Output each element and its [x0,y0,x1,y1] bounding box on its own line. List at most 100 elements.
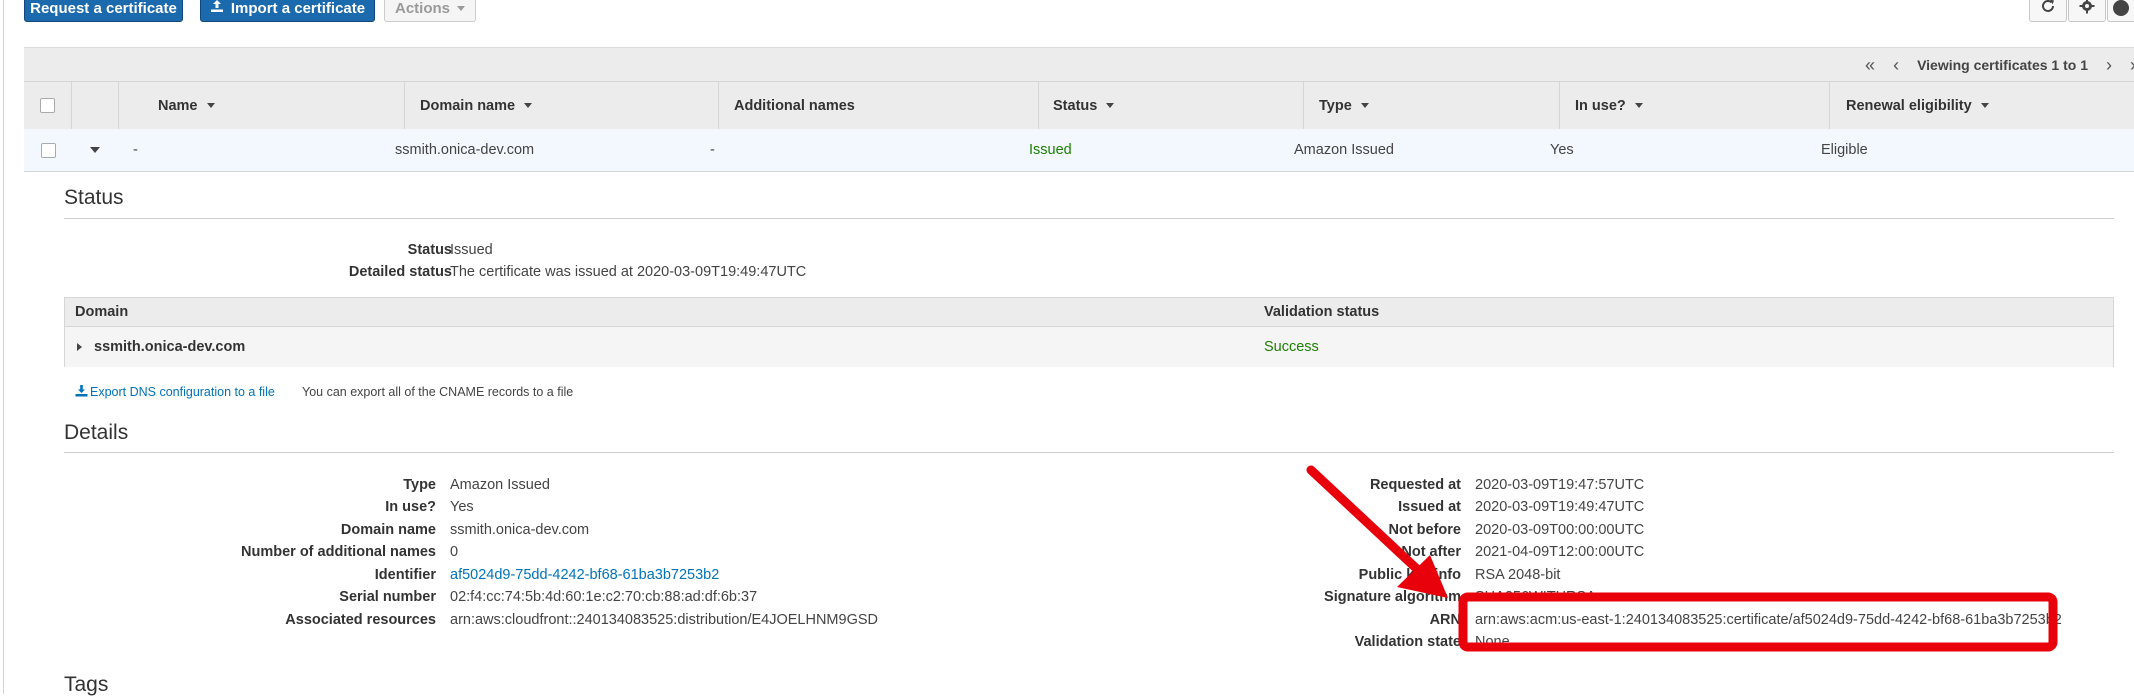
detail-value: arn:aws:cloudfront::240134083525:distrib… [450,612,878,628]
detail-value: None [1475,634,1510,650]
sort-icon [1106,103,1115,108]
detail-label: In use? [385,499,436,515]
details-section-divider [64,452,2114,453]
detail-label: Associated resources [285,612,436,628]
sort-icon [1634,103,1643,108]
detail-label: Requested at [1369,477,1461,493]
prev-page-icon[interactable]: ‹ [1893,55,1899,76]
detail-value: RSA 2048-bit [1475,567,1561,583]
select-all-checkbox[interactable] [40,98,55,113]
column-label: Additional names [734,97,855,114]
caret-down-icon [90,147,100,153]
domain-cell: ssmith.onica-dev.com [77,327,245,367]
request-certificate-button[interactable]: Request a certificate [24,0,183,22]
detail-label: ARN [1429,612,1461,628]
detail-value: Amazon Issued [450,477,550,493]
detail-label: Serial number [339,589,436,605]
column-header-domain-name[interactable]: Domain name [404,82,718,129]
export-note: You can export all of the CNAME records … [302,385,574,399]
refresh-icon [2040,0,2056,19]
column-label: In use? [1575,97,1626,114]
detail-label: Type [403,477,436,493]
help-button[interactable] [2107,0,2134,22]
page-left-border [3,0,4,694]
settings-button[interactable] [2068,0,2106,22]
export-dns-link[interactable]: Export DNS configuration to a file [75,384,275,400]
column-header-renewal-eligibility[interactable]: Renewal eligibility [1829,82,2134,129]
cell-additional-names: - [710,142,715,158]
detailed-status-label: Detailed status [348,264,452,280]
row-checkbox[interactable] [41,142,56,158]
actions-dropdown[interactable]: Actions [384,0,476,22]
detail-label: Validation state [1354,634,1461,650]
details-section-title: Details [64,421,129,444]
detailed-status-value: The certificate was issued at 2020-03-09… [450,264,807,280]
detail-value: 2021-04-09T12:00:00UTC [1475,544,1645,560]
detail-value: Yes [450,499,474,515]
gear-icon [2079,0,2095,19]
sort-icon [524,103,533,108]
detail-label: Signature algorithm [1324,589,1461,605]
cell-status: Issued [1029,142,1072,158]
column-label: Renewal eligibility [1846,97,1972,114]
first-page-icon[interactable]: « [1865,55,1875,76]
column-header-name[interactable]: Name [118,82,404,129]
domain-row[interactable]: ssmith.onica-dev.com Success [65,327,2113,367]
row-select-cell [41,129,56,171]
table-header: Name Domain name Additional names Status… [24,81,2134,130]
sort-icon [1360,103,1369,108]
import-certificate-label: Import a certificate [230,0,366,17]
column-label: Status [1053,97,1098,114]
validation-status: Success [1264,339,1319,355]
domain-validation-table: Domain Validation status ssmith.onica-de… [64,297,2114,367]
column-header-type[interactable]: Type [1303,82,1559,129]
identifier-link[interactable]: af5024d9-75dd-4242-bf68-61ba3b7253b2 [450,567,719,583]
detail-value: ssmith.onica-dev.com [450,522,590,538]
detail-label: Not after [1401,544,1461,560]
cell-name: - [133,142,138,158]
row-expand-toggle[interactable] [90,129,100,171]
column-header-additional-names: Additional names [718,82,1038,129]
detail-value: SHA256WITHRSA [1475,589,1596,605]
detail-value: 2020-03-09T19:49:47UTC [1475,499,1645,515]
request-certificate-label: Request a certificate [30,0,177,17]
last-page-icon[interactable]: » [2130,55,2134,76]
status-value: Issued [450,242,493,258]
domain-table-header: Domain Validation status [65,298,2113,327]
detail-value: 02:f4:cc:74:5b:4d:60:1e:c2:70:cb:88:ad:d… [450,589,758,605]
cell-type: Amazon Issued [1294,142,1394,158]
next-page-icon[interactable]: › [2106,55,2112,76]
expand-header-cell [71,82,118,129]
export-dns-label: Export DNS configuration to a file [90,385,275,399]
domain-column-header: Domain [75,304,129,320]
column-label: Name [158,97,198,114]
caret-right-icon[interactable] [77,343,82,351]
arn-value: arn:aws:acm:us-east-1:240134083525:certi… [1475,612,2062,628]
detail-value: 2020-03-09T00:00:00UTC [1475,522,1645,538]
chevron-down-icon [457,5,465,11]
status-section-title: Status [64,186,124,209]
domain-name: ssmith.onica-dev.com [94,339,246,355]
download-icon [75,384,88,400]
refresh-button[interactable] [2029,0,2067,22]
column-label: Domain name [420,97,516,114]
column-header-status[interactable]: Status [1038,82,1303,129]
select-all-cell [24,82,71,129]
status-label: Status [407,242,452,258]
cell-renewal-eligibility: Eligible [1821,142,1868,158]
detail-label: Public key info [1358,567,1461,583]
sort-icon [1980,103,1989,108]
table-row[interactable]: - ssmith.onica-dev.com - Issued Amazon I… [24,129,2134,172]
tags-section-title: Tags [64,673,109,696]
upload-icon [210,0,224,17]
help-icon [2113,0,2129,16]
pagination-bar: « ‹ Viewing certificates 1 to 1 › » [24,47,2134,82]
detail-value: 0 [450,544,459,560]
detail-label: Number of additional names [241,544,436,560]
import-certificate-button[interactable]: Import a certificate [200,0,375,22]
pagination-text: Viewing certificates 1 to 1 [1917,57,2088,73]
detail-label: Not before [1388,522,1462,538]
detail-label: Issued at [1398,499,1461,515]
column-header-in-use[interactable]: In use? [1559,82,1829,129]
pagination: « ‹ Viewing certificates 1 to 1 › » [1865,48,2134,82]
